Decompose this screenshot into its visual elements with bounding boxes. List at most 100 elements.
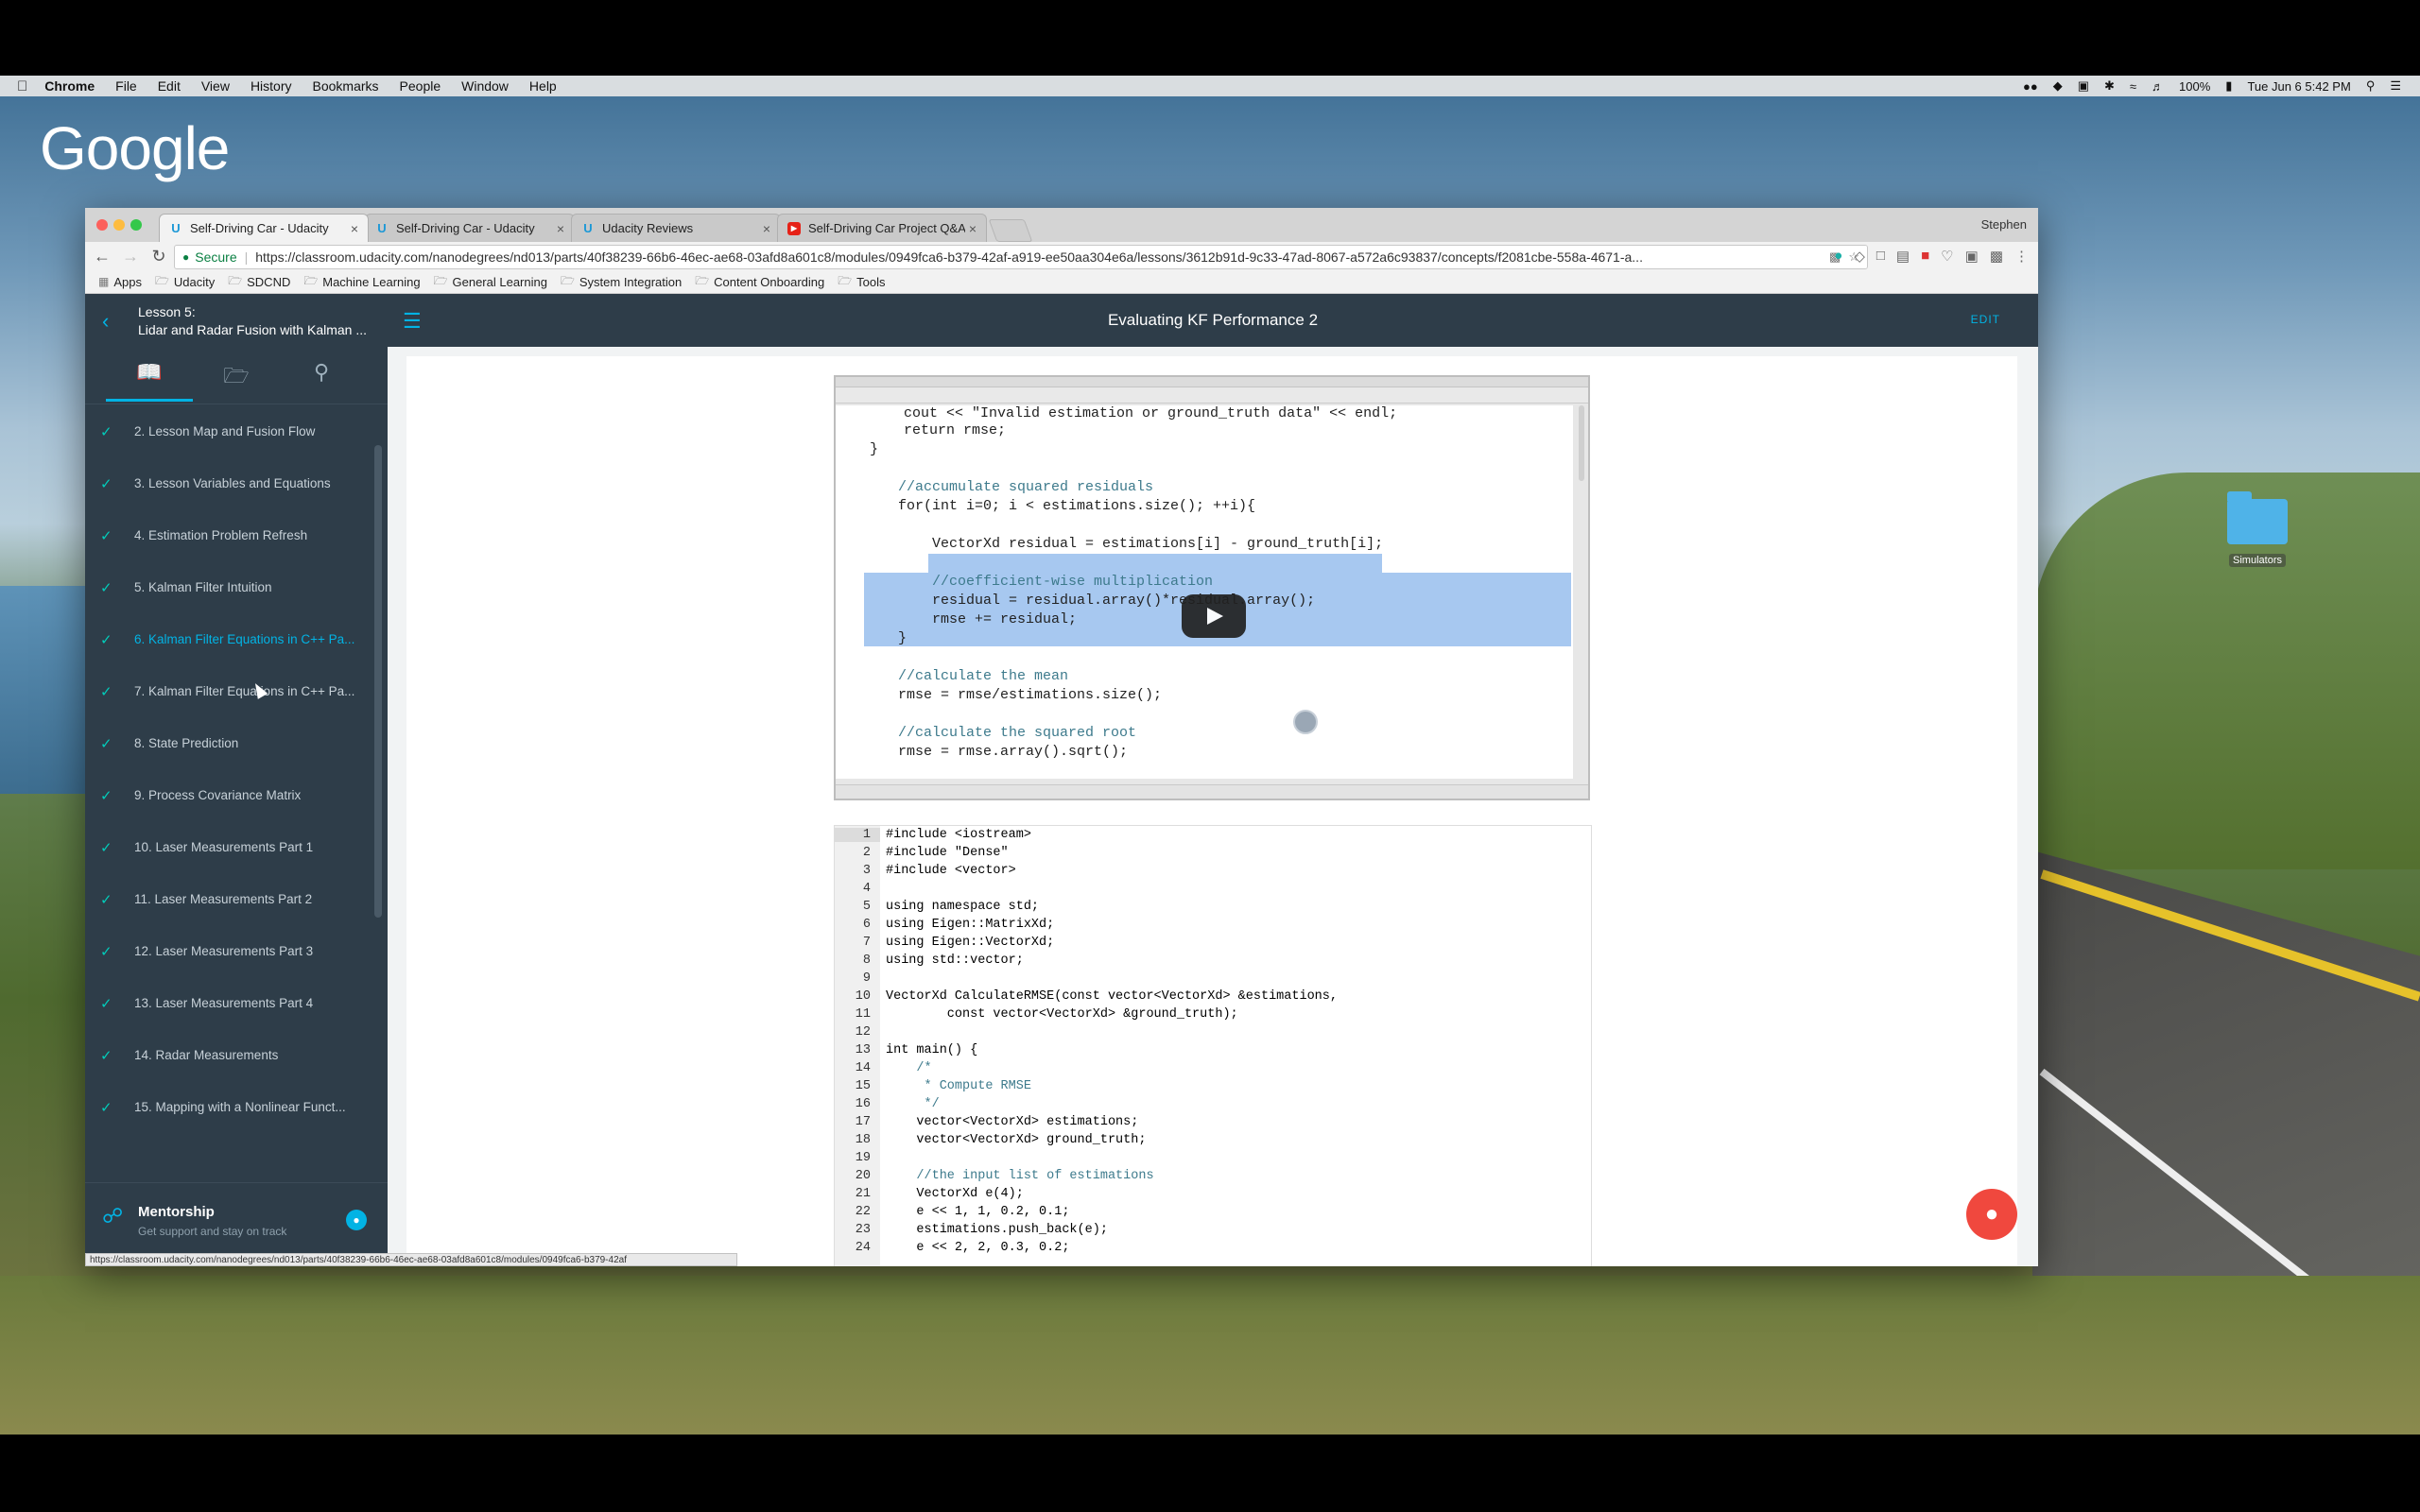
udacity-favicon-icon: U bbox=[377, 220, 387, 235]
grammarly-icon[interactable]: ● bbox=[1834, 248, 1842, 265]
menu-file[interactable]: File bbox=[115, 78, 137, 94]
display-icon[interactable]: ▣ bbox=[2078, 78, 2089, 94]
hamburger-menu-icon[interactable]: ☰ bbox=[403, 309, 422, 334]
folder-icon: 🗁 bbox=[228, 273, 243, 287]
bookmark-sdcnd[interactable]: 🗁 SDCND bbox=[228, 272, 290, 292]
bookmark-tools[interactable]: 🗁 Tools bbox=[838, 272, 885, 292]
bookmark-system-integration[interactable]: 🗁 System Integration bbox=[561, 272, 682, 292]
sidebar-item-label: 9. Process Covariance Matrix bbox=[134, 788, 302, 802]
chat-button[interactable]: ● bbox=[1966, 1189, 2017, 1240]
code-editor[interactable]: 1 #include <iostream> 2 #include "Dense" 3 #i… bbox=[834, 825, 1592, 1266]
tab-udacity-reviews[interactable]: U Udacity Reviews × bbox=[571, 214, 781, 242]
code-line: */ bbox=[886, 1097, 940, 1111]
sidebar-item-state-prediction[interactable]: ✓ 8. State Prediction bbox=[85, 717, 365, 769]
sidebar-item-estimation-problem[interactable]: ✓ 4. Estimation Problem Refresh bbox=[85, 509, 365, 561]
search-icon[interactable]: ⚲ bbox=[293, 360, 350, 385]
forward-arrow-icon[interactable]: → bbox=[119, 247, 142, 266]
maximize-window-button[interactable] bbox=[130, 219, 142, 231]
desktop-folder-label: Simulators bbox=[2229, 554, 2286, 567]
sidebar-scrollbar[interactable] bbox=[374, 445, 382, 918]
sidebar-item-laser-1[interactable]: ✓ 10. Laser Measurements Part 1 bbox=[85, 821, 365, 873]
video-code-line: } bbox=[898, 630, 908, 646]
video-player[interactable]: cout << "Invalid estimation or ground_tr… bbox=[834, 375, 1590, 800]
line-number: 8 bbox=[862, 954, 871, 968]
close-tab-icon[interactable]: × bbox=[969, 221, 977, 236]
menu-edit[interactable]: Edit bbox=[158, 78, 181, 94]
volume-icon[interactable]: ♬ bbox=[2152, 79, 2164, 94]
extension-icon[interactable]: □ bbox=[1876, 248, 1885, 265]
menu-view[interactable]: View bbox=[201, 78, 230, 94]
extension-icon[interactable]: ▤ bbox=[1896, 248, 1910, 265]
sidebar-item-kalman-intuition[interactable]: ✓ 5. Kalman Filter Intuition bbox=[85, 561, 365, 613]
sidebar-item-laser-2[interactable]: ✓ 11. Laser Measurements Part 2 bbox=[85, 873, 365, 925]
extension-icon[interactable]: ♡ bbox=[1941, 248, 1953, 265]
bookmark-machine-learning[interactable]: 🗁 Machine Learning bbox=[303, 272, 420, 292]
spotlight-icon[interactable]: ⚲ bbox=[2366, 78, 2376, 94]
tab-self-driving-car-2[interactable]: U Self-Driving Car - Udacity × bbox=[365, 214, 575, 242]
sidebar-item-lesson-variables[interactable]: ✓ 3. Lesson Variables and Equations bbox=[85, 457, 365, 509]
video-code-line: cout << "Invalid estimation or ground_tr… bbox=[870, 405, 1398, 421]
folder-icon[interactable]: 🗁 bbox=[208, 360, 265, 396]
address-bar[interactable]: ● Secure | https://classroom.udacity.com… bbox=[174, 245, 1868, 269]
new-tab-button[interactable] bbox=[988, 219, 1033, 242]
check-icon: ✓ bbox=[100, 683, 112, 700]
menu-people[interactable]: People bbox=[400, 78, 441, 94]
close-tab-icon[interactable]: × bbox=[351, 221, 358, 236]
sidebar-item-kalman-equations-1[interactable]: ✓ 6. Kalman Filter Equations in C++ Pa... bbox=[85, 613, 365, 665]
bookmark-general-learning[interactable]: 🗁 General Learning bbox=[434, 272, 547, 292]
minimize-window-button[interactable] bbox=[113, 219, 125, 231]
edit-link[interactable]: EDIT bbox=[1971, 313, 2000, 326]
line-number: 1 bbox=[835, 828, 880, 842]
sidebar-item-mapping-nonlinear[interactable]: ✓ 15. Mapping with a Nonlinear Funct... bbox=[85, 1081, 365, 1124]
dropbox-icon[interactable]: ◆ bbox=[2053, 78, 2063, 94]
check-icon: ✓ bbox=[100, 631, 112, 648]
play-button[interactable] bbox=[1182, 594, 1246, 638]
glasses-icon[interactable]: ●● bbox=[2023, 79, 2038, 94]
bookmark-apps[interactable]: ▦ Apps bbox=[98, 275, 142, 289]
extension-icon[interactable]: ▩ bbox=[1990, 248, 2003, 265]
line-number: 22 bbox=[855, 1205, 871, 1219]
google-logo: Google bbox=[40, 114, 230, 182]
battery-percent[interactable]: 100% bbox=[2179, 79, 2210, 94]
classroom-page: ‹ Lesson 5: Lidar and Radar Fusion with … bbox=[85, 294, 2038, 1266]
extension-icon[interactable]: ▣ bbox=[1965, 248, 1979, 265]
close-window-button[interactable] bbox=[96, 219, 108, 231]
desktop-folder-simulators[interactable]: Simulators bbox=[2223, 491, 2291, 575]
code-line: using Eigen::VectorXd; bbox=[886, 936, 1055, 950]
menubar-clock[interactable]: Tue Jun 6 5:42 PM bbox=[2247, 79, 2350, 94]
menu-bookmarks[interactable]: Bookmarks bbox=[313, 78, 379, 94]
menubar-status-area: ●● ◆ ▣ ✱ ≈ ♬ 100% ▮ Tue Jun 6 5:42 PM ⚲ … bbox=[2023, 76, 2401, 96]
battery-icon[interactable]: ▮ bbox=[2225, 78, 2232, 94]
apple-menu-icon[interactable]:  bbox=[17, 78, 27, 94]
menu-app-name[interactable]: Chrome bbox=[44, 78, 95, 94]
notification-center-icon[interactable]: ☰ bbox=[2390, 78, 2401, 94]
bluetooth-icon[interactable]: ✱ bbox=[2104, 78, 2115, 94]
close-tab-icon[interactable]: × bbox=[557, 221, 564, 236]
tab-project-qa[interactable]: ▶ Self-Driving Car Project Q&A × bbox=[777, 214, 987, 242]
sidebar-item-laser-3[interactable]: ✓ 12. Laser Measurements Part 3 bbox=[85, 925, 365, 977]
bookmark-udacity[interactable]: 🗁 Udacity bbox=[155, 272, 215, 292]
sidebar-item-process-covariance[interactable]: ✓ 9. Process Covariance Matrix bbox=[85, 769, 365, 821]
menu-window[interactable]: Window bbox=[461, 78, 509, 94]
sidebar-item-laser-4[interactable]: ✓ 13. Laser Measurements Part 4 bbox=[85, 977, 365, 1029]
menu-history[interactable]: History bbox=[251, 78, 292, 94]
video-code-line: rmse = rmse/estimations.size(); bbox=[898, 687, 1163, 703]
bookmark-content-onboarding[interactable]: 🗁 Content Onboarding bbox=[695, 272, 824, 292]
back-chevron-icon[interactable]: ‹ bbox=[102, 309, 109, 334]
extension-icon[interactable]: ■ bbox=[1921, 248, 1929, 265]
wifi-icon[interactable]: ≈ bbox=[2130, 79, 2136, 94]
sidebar-item-radar[interactable]: ✓ 14. Radar Measurements bbox=[85, 1029, 365, 1081]
check-icon: ✓ bbox=[100, 839, 112, 856]
back-arrow-icon[interactable]: ← bbox=[91, 247, 113, 266]
menu-help[interactable]: Help bbox=[529, 78, 557, 94]
extension-icon[interactable]: ◇ bbox=[1854, 248, 1865, 265]
chrome-menu-icon[interactable]: ⋮ bbox=[2014, 248, 2029, 265]
reload-icon[interactable]: ↻ bbox=[147, 247, 170, 266]
tab-self-driving-car-1[interactable]: U Self-Driving Car - Udacity × bbox=[159, 214, 369, 242]
close-tab-icon[interactable]: × bbox=[763, 221, 770, 236]
book-icon[interactable]: 📖 bbox=[121, 360, 178, 385]
profile-button[interactable]: Stephen bbox=[1981, 217, 2027, 232]
sidebar-item-lesson-map[interactable]: ✓ 2. Lesson Map and Fusion Flow bbox=[85, 405, 365, 457]
sidebar-item-kalman-equations-2[interactable]: ✓ 7. Kalman Filter Equations in C++ Pa... bbox=[85, 665, 365, 717]
line-number: 3 bbox=[862, 864, 871, 878]
